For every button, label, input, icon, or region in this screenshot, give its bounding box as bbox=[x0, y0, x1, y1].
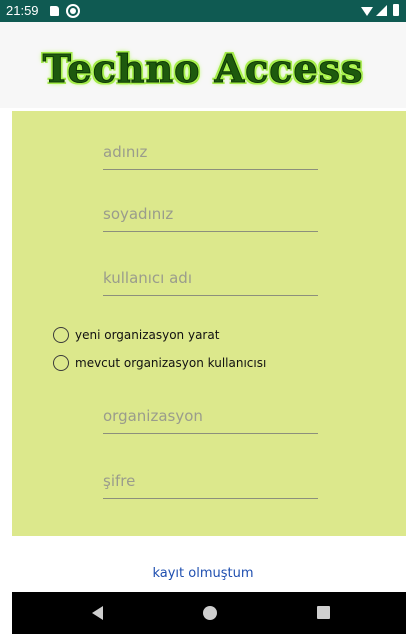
organization-field-container bbox=[103, 399, 318, 434]
recents-icon[interactable] bbox=[317, 606, 330, 619]
organization-input[interactable] bbox=[103, 399, 318, 433]
navigation-bar bbox=[12, 592, 406, 634]
back-icon[interactable] bbox=[92, 606, 103, 620]
password-input[interactable] bbox=[103, 464, 318, 498]
radio-new-organization-label: yeni organizasyon yarat bbox=[75, 328, 220, 342]
already-registered-link[interactable]: kayıt olmuştum bbox=[0, 566, 406, 581]
home-icon[interactable] bbox=[203, 606, 217, 620]
radio-button-new-organization[interactable] bbox=[53, 327, 69, 343]
sd-card-icon bbox=[50, 6, 59, 16]
radio-existing-organization[interactable]: mevcut organizasyon kullanıcısı bbox=[53, 353, 266, 373]
status-time: 21:59 bbox=[6, 3, 39, 18]
radio-button-existing-organization[interactable] bbox=[53, 355, 69, 371]
battery-icon bbox=[393, 4, 399, 16]
surname-input[interactable] bbox=[103, 197, 318, 231]
username-field-container bbox=[103, 261, 318, 296]
status-bar: 21:59 bbox=[0, 0, 406, 22]
radio-new-organization[interactable]: yeni organizasyon yarat bbox=[53, 325, 219, 345]
radio-existing-organization-label: mevcut organizasyon kullanıcısı bbox=[75, 356, 267, 370]
password-field-container bbox=[103, 464, 318, 499]
sync-icon bbox=[66, 4, 80, 18]
name-field-container bbox=[103, 135, 318, 170]
app-logo-title: Techno Access bbox=[42, 46, 364, 92]
surname-field-container bbox=[103, 197, 318, 232]
wifi-icon bbox=[361, 7, 373, 16]
name-input[interactable] bbox=[103, 135, 318, 169]
app-screen: 21:59 Techno Access yeni organizasyon ya… bbox=[0, 0, 406, 634]
registration-form: yeni organizasyon yarat mevcut organizas… bbox=[12, 111, 406, 536]
username-input[interactable] bbox=[103, 261, 318, 295]
header: Techno Access bbox=[0, 22, 406, 108]
signal-icon bbox=[376, 5, 387, 16]
